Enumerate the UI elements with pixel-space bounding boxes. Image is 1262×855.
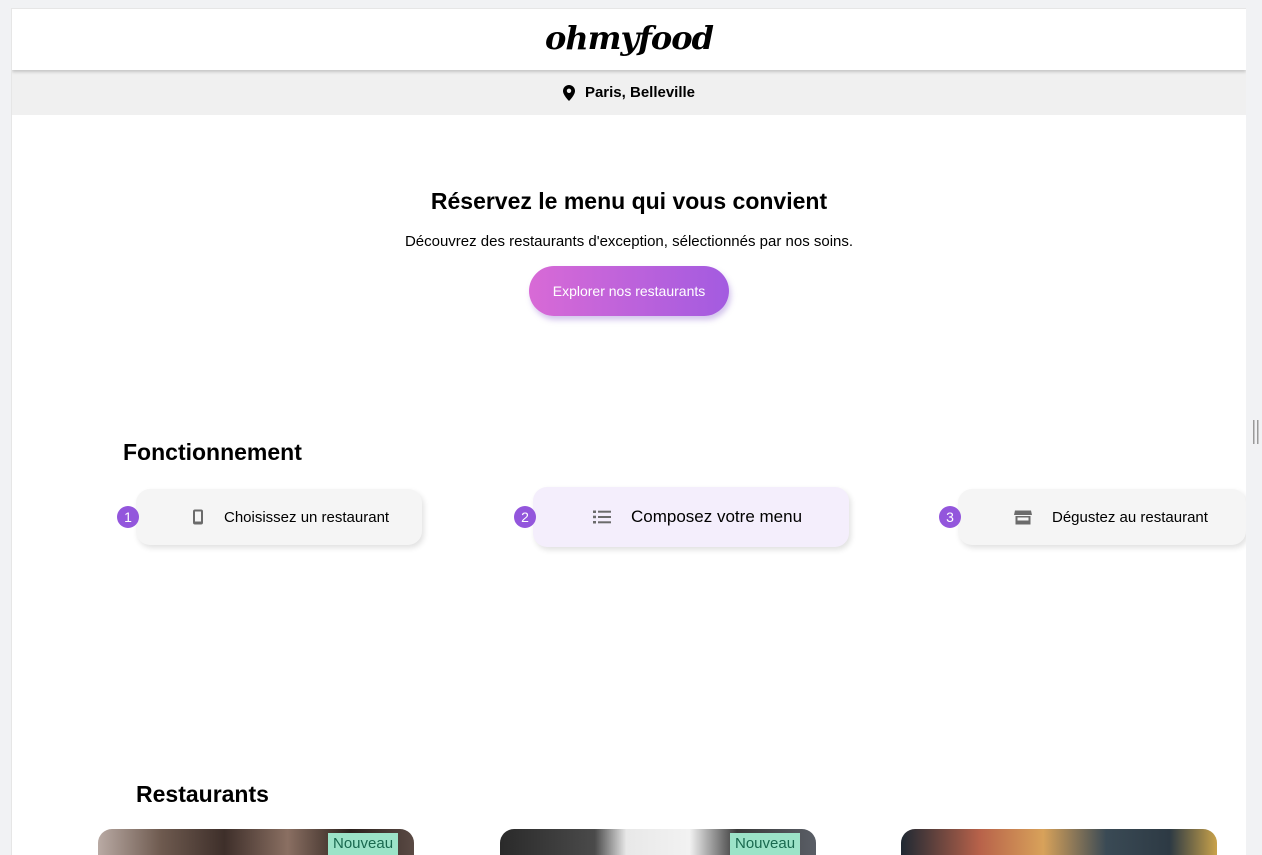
location-bar: Paris, Belleville [12, 70, 1246, 115]
map-pin-icon [562, 84, 575, 101]
step-number-3: 3 [939, 506, 961, 528]
step-number-2: 2 [514, 506, 536, 528]
new-badge: Nouveau [730, 833, 801, 855]
how-it-works-title: Fonctionnement [123, 439, 302, 465]
new-badge: Nouveau [328, 833, 399, 855]
resize-handle[interactable] [1253, 420, 1259, 444]
page: ohmyfood Paris, Belleville Réservez le m… [11, 8, 1246, 855]
restaurant-card-3[interactable] [901, 829, 1217, 855]
restaurant-card-1[interactable]: Nouveau [98, 829, 414, 855]
logo[interactable]: ohmyfood [545, 19, 714, 57]
restaurants-title: Restaurants [136, 781, 269, 807]
hero: Réservez le menu qui vous convient Décou… [12, 188, 1246, 316]
step-label-2: Composez votre menu [631, 507, 803, 526]
step-card-3[interactable]: Dégustez au restaurant [958, 489, 1246, 545]
hero-subtitle: Découvrez des restaurants d'exception, s… [404, 233, 854, 250]
list-icon [593, 510, 611, 524]
step-number-1: 1 [117, 506, 139, 528]
explore-restaurants-button[interactable]: Explorer nos restaurants [529, 266, 729, 316]
restaurant-card-2[interactable]: Nouveau [500, 829, 816, 855]
site-header: ohmyfood [12, 9, 1246, 70]
step-label-1: Choisissez un restaurant [224, 508, 390, 526]
step-card-2[interactable]: Composez votre menu [533, 487, 849, 547]
mobile-phone-icon [192, 509, 204, 525]
step-label-3: Dégustez au restaurant [1052, 508, 1208, 526]
hero-title: Réservez le menu qui vous convient [430, 188, 828, 214]
location-text: Paris, Belleville [584, 84, 696, 101]
store-icon [1014, 510, 1032, 525]
step-card-1[interactable]: Choisissez un restaurant [136, 489, 422, 545]
